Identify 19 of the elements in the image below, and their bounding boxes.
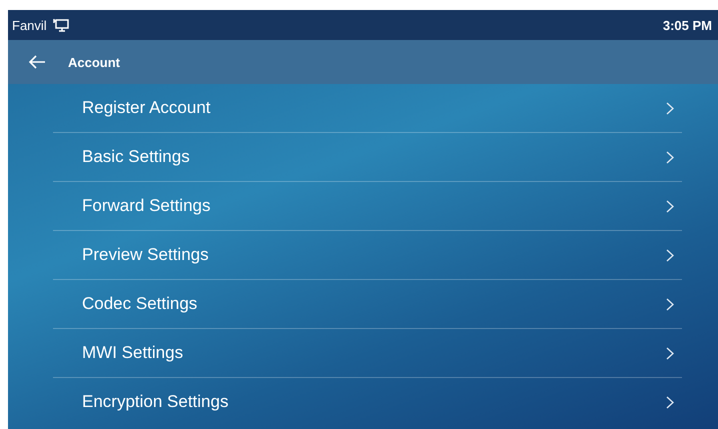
chevron-icon (666, 200, 674, 212)
brand-label: Fanvil (12, 18, 47, 32)
chevron-icon (666, 396, 674, 408)
clock-time: 3:05 PM (662, 18, 712, 32)
menu-item[interactable]: Preview Settings (53, 231, 682, 280)
menu-item[interactable]: Register Account (53, 84, 682, 133)
chevron-icon (666, 298, 674, 310)
monitor-icon (52, 18, 70, 32)
menu-item[interactable]: Forward Settings (53, 182, 682, 231)
menu-item[interactable]: MWI Settings (53, 329, 682, 378)
chevron-icon (666, 248, 674, 262)
menu-item[interactable]: Encryption Settings (53, 378, 682, 426)
chevron-icon (666, 346, 674, 360)
back-button[interactable] (26, 53, 48, 71)
chevron-icon (666, 102, 674, 114)
chevron-icon (666, 150, 674, 164)
page-title: Account (68, 54, 120, 70)
menu-item[interactable]: Codec Settings (53, 280, 682, 329)
menu-item[interactable]: Basic Settings (53, 133, 682, 182)
